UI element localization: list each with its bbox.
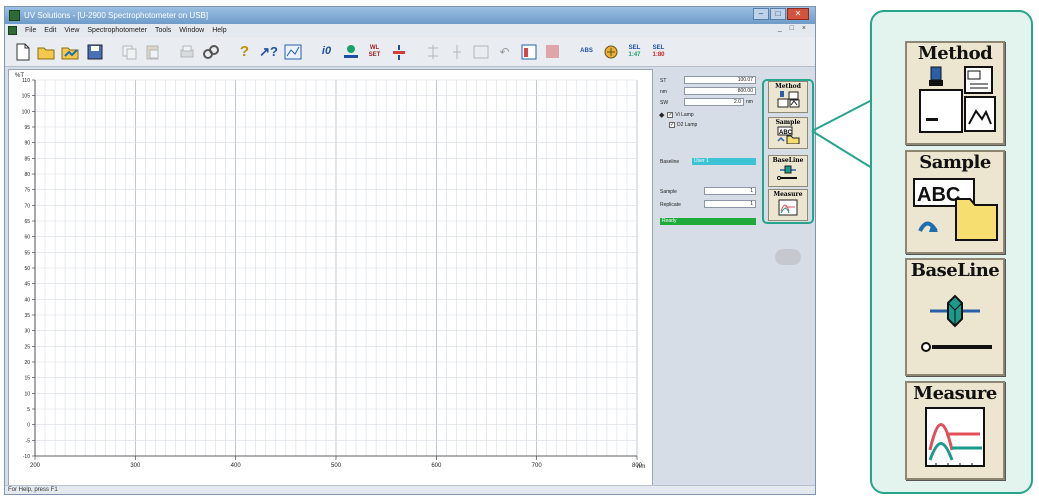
callout-sample-button: Sample ABC — [905, 150, 1005, 254]
callout-baseline-label: BaseLine — [910, 260, 1000, 281]
callout-baseline-button: BaseLine — [905, 258, 1005, 376]
callout-method-icon — [919, 66, 996, 133]
callout-method-label: Method — [917, 43, 993, 64]
callout-measure-icon — [925, 407, 985, 467]
callout-abc-text: ABC — [917, 184, 960, 206]
callout-measure-label: Measure — [913, 383, 997, 404]
callout-baseline-icon — [921, 294, 992, 352]
callout-sample-icon: ABC — [913, 178, 998, 241]
callout-measure-button: Measure — [905, 381, 1005, 480]
callout-method-button: Method — [905, 41, 1005, 145]
callout-panel: Method Sample ABC BaseLine Measure — [870, 10, 1033, 494]
callout-sample-label: Sample — [919, 152, 991, 173]
